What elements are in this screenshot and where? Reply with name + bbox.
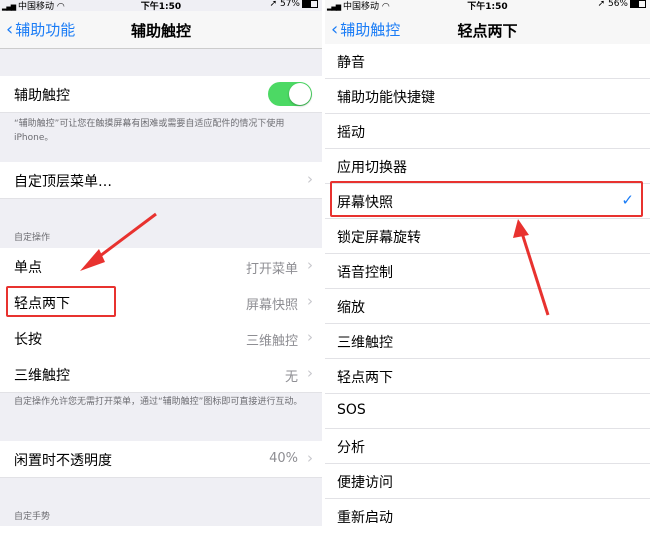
arrow-annotation <box>80 212 157 271</box>
left-screen: ▂▄▆ 中国移动 ◠ 下午1:50 ➚ 57% ‹ 辅助功能 辅助触控 辅助触控 … <box>0 0 322 533</box>
arrow-annotation <box>513 219 550 316</box>
right-screen: ▂▄▆ 中国移动 ◠ 下午1:50 ➚ 56% ‹ 辅助触控 轻点两下 静音 辅助功… <box>325 0 650 533</box>
